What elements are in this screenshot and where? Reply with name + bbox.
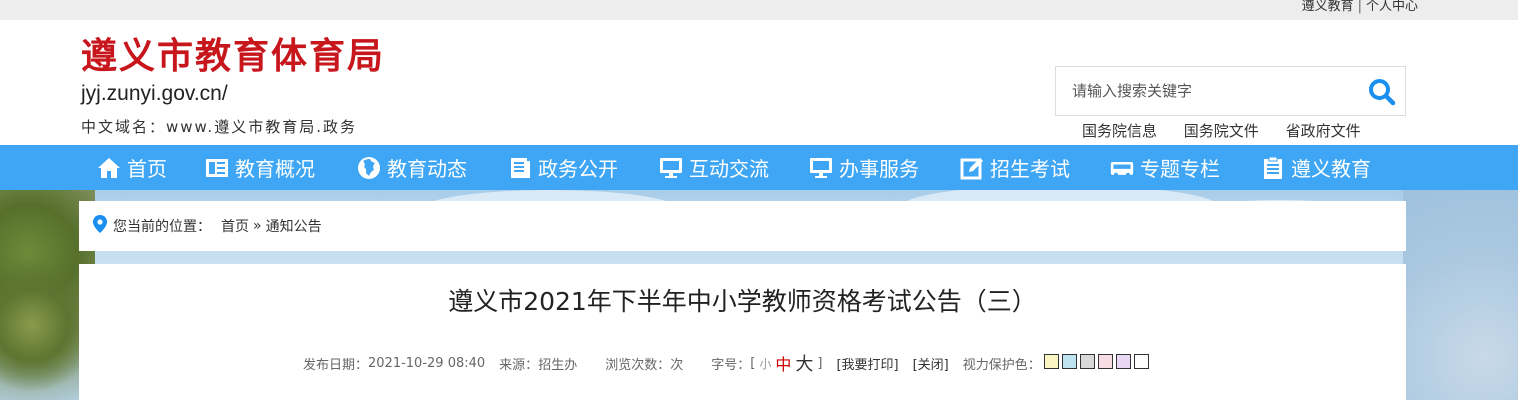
close-button[interactable]: [关闭] [913, 354, 949, 373]
breadcrumb-separator: » [253, 218, 262, 234]
nav-label: 互动交流 [689, 157, 769, 181]
nav-item-admissions[interactable]: 招生考试 [960, 145, 1070, 190]
search-icon[interactable] [1367, 77, 1397, 107]
article-meta: 发布日期： 2021-10-29 08:40 来源： 招生办 浏览次数： 次 字… [303, 350, 1149, 376]
sky-right [1403, 190, 1518, 400]
nav-item-gov-affairs[interactable]: 政务公开 [508, 145, 618, 190]
eye-color-swatch[interactable] [1061, 353, 1077, 369]
nav-label: 首页 [127, 157, 167, 181]
publish-date: 2021-10-29 08:40 [368, 355, 486, 371]
breadcrumb-notices[interactable]: 通知公告 [266, 216, 322, 236]
edit-icon [960, 156, 984, 180]
views-label: 浏览次数： [605, 357, 671, 373]
nav-label: 办事服务 [839, 157, 919, 181]
source: 招生办 [538, 357, 578, 373]
nav-label: 政务公开 [538, 157, 618, 181]
source-label: 来源： [499, 357, 539, 373]
eye-color-swatch[interactable] [1133, 353, 1149, 369]
nav-label: 遵义教育 [1291, 157, 1371, 181]
site-logo-title[interactable]: 遵义市教育体育局 [81, 34, 385, 78]
site-header: 遵义市教育体育局 jyj.zunyi.gov.cn/ 中文域名：www.遵义市教… [0, 20, 1518, 145]
font-size-bracket-open: [ [750, 355, 756, 371]
top-links: 遵义教育 | 个人中心 [1302, 0, 1418, 14]
views-unit: 次 [670, 357, 684, 373]
globe-icon [357, 156, 381, 180]
profile-icon [205, 156, 229, 180]
home-icon [97, 156, 121, 180]
quick-link-state-council-info[interactable]: 国务院信息 [1082, 122, 1157, 140]
eye-protection-swatches [1041, 353, 1149, 373]
nav-label: 招生考试 [990, 157, 1070, 181]
location-pin-icon [93, 215, 107, 237]
font-size-large[interactable]: 大 [795, 350, 813, 376]
font-size-label: 字号： [711, 357, 751, 373]
article-container: 遵义市2021年下半年中小学教师资格考试公告（三） 发布日期： 2021-10-… [79, 264, 1406, 400]
nav-item-services[interactable]: 办事服务 [809, 145, 919, 190]
nav-label: 教育动态 [387, 157, 467, 181]
nav-label: 教育概况 [235, 157, 315, 181]
breadcrumb-prefix: 您当前的位置： [113, 219, 211, 235]
search-input[interactable] [1056, 67, 1356, 115]
font-size-medium[interactable]: 中 [775, 351, 791, 375]
eye-color-swatch[interactable] [1097, 353, 1113, 369]
eye-protection-label: 视力保护色： [962, 357, 1041, 373]
top-link-separator: | [1357, 0, 1362, 14]
nav-item-zunyi-education[interactable]: 遵义教育 [1261, 145, 1371, 190]
clipboard-icon [1261, 156, 1285, 180]
top-link-zunyi-education[interactable]: 遵义教育 [1302, 0, 1354, 14]
monitor-icon [659, 156, 683, 180]
search-box [1055, 66, 1406, 116]
nav-label: 专题专栏 [1140, 157, 1220, 181]
main-nav: 首页 教育概况 教育动态 政务公开 互动交流 办事服务 招生考试 专题专栏 遵义… [0, 145, 1518, 190]
publish-date-label: 发布日期： [303, 357, 369, 373]
print-button[interactable]: [我要打印] [836, 354, 898, 373]
top-bar: 遵义教育 | 个人中心 [0, 0, 1518, 20]
site-domain: jyj.zunyi.gov.cn/ [81, 82, 228, 105]
eye-color-swatch[interactable] [1115, 353, 1131, 369]
nav-item-overview[interactable]: 教育概况 [205, 145, 315, 190]
top-link-personal-center[interactable]: 个人中心 [1366, 0, 1418, 14]
document-icon [508, 156, 532, 180]
quick-link-state-council-docs[interactable]: 国务院文件 [1184, 122, 1259, 140]
article-title: 遵义市2021年下半年中小学教师资格考试公告（三） [448, 287, 1037, 316]
font-size-small[interactable]: 小 [759, 355, 771, 372]
nav-item-interaction[interactable]: 互动交流 [659, 145, 769, 190]
quick-link-provincial-docs[interactable]: 省政府文件 [1286, 122, 1361, 140]
bus-icon [1110, 156, 1134, 180]
quick-links: 国务院信息 国务院文件 省政府文件 [1082, 120, 1383, 141]
nav-item-home[interactable]: 首页 [97, 145, 167, 190]
breadcrumb: 您当前的位置： 首页 » 通知公告 [79, 201, 1406, 251]
nav-item-news[interactable]: 教育动态 [357, 145, 467, 190]
nav-item-special-topics[interactable]: 专题专栏 [1110, 145, 1220, 190]
eye-color-swatch[interactable] [1043, 353, 1059, 369]
eye-color-swatch[interactable] [1079, 353, 1095, 369]
font-size-bracket-close: ] [817, 355, 823, 371]
monitor-icon [809, 156, 833, 180]
breadcrumb-home[interactable]: 首页 [221, 216, 249, 236]
site-cn-domain: 中文域名：www.遵义市教育局.政务 [81, 118, 357, 136]
